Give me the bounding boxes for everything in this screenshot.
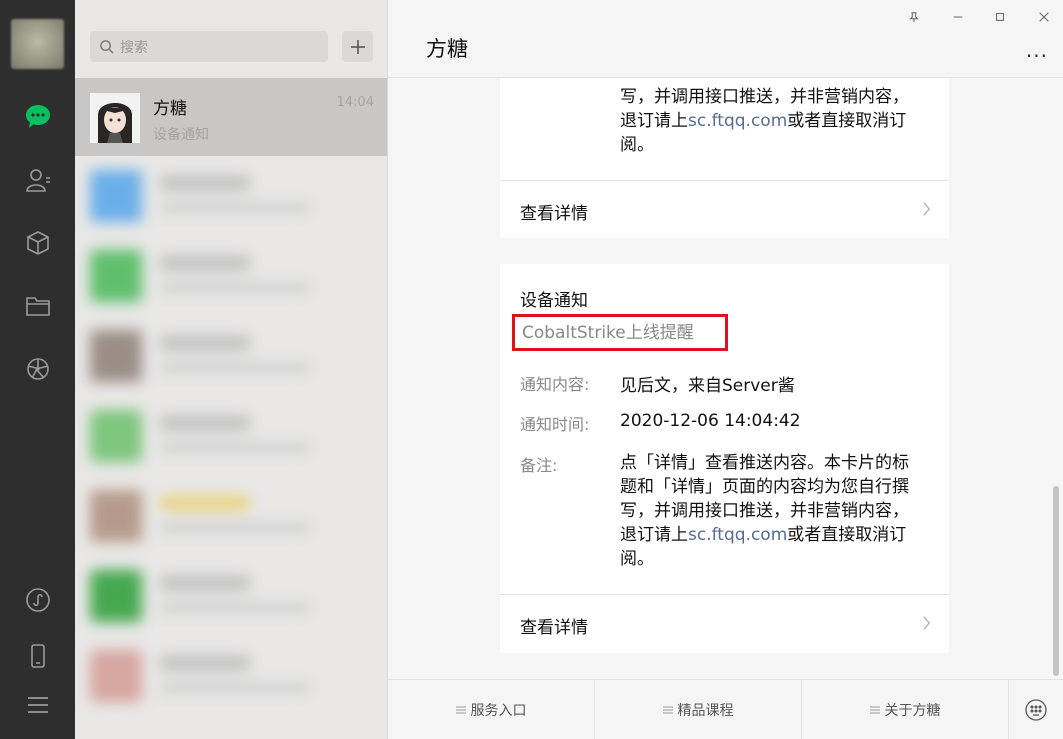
- page-title: 方糖: [426, 37, 468, 61]
- minimize-icon[interactable]: [948, 8, 968, 26]
- add-button[interactable]: [342, 31, 373, 62]
- chat-item-fangtang[interactable]: 方糖 14:04 设备通知: [75, 78, 387, 156]
- search-input[interactable]: 搜索: [90, 31, 328, 62]
- view-details-label: 查看详情: [520, 204, 588, 224]
- mini-program-icon[interactable]: [22, 584, 54, 616]
- scrollbar[interactable]: [1053, 486, 1059, 676]
- note-line: 点「详情」查看推送内容。本卡片的标: [620, 453, 909, 473]
- menu-label: 服务入口: [470, 703, 527, 719]
- chat-header: 方糖 ···: [388, 0, 1063, 78]
- note-label: 备注:: [520, 456, 558, 475]
- chat-avatar: [90, 93, 140, 143]
- favorites-cube-icon[interactable]: [22, 227, 54, 259]
- menu-about[interactable]: 关于方糖: [802, 680, 1009, 739]
- search-placeholder: 搜索: [120, 39, 148, 56]
- menu-label: 精品课程: [677, 703, 734, 719]
- plus-icon: [350, 39, 365, 54]
- menu-lines-icon: [869, 706, 880, 714]
- list-item[interactable]: [75, 636, 387, 716]
- chevron-right-icon: [923, 616, 931, 630]
- highlight-box: [512, 314, 728, 351]
- contacts-icon[interactable]: [22, 164, 54, 196]
- chevron-right-icon: [923, 202, 931, 216]
- ftqq-link[interactable]: sc.ftqq.com: [688, 525, 787, 545]
- chat-list: 搜索 方糖 14:04 设备通知: [75, 0, 388, 739]
- time-value: 2020-12-06 14:04:42: [620, 411, 801, 431]
- menu-courses[interactable]: 精品课程: [595, 680, 802, 739]
- folder-icon[interactable]: [22, 290, 54, 322]
- card-note-line: 写，并调用接口推送，并非营销内容，: [620, 87, 909, 107]
- card-note-line: 阅。: [620, 135, 654, 155]
- card-note-line: 退订请上sc.ftqq.com或者直接取消订: [620, 111, 907, 131]
- pin-icon[interactable]: [904, 8, 924, 26]
- maximize-icon[interactable]: [990, 8, 1010, 26]
- phone-icon[interactable]: [22, 640, 54, 672]
- chat-time: 14:04: [336, 95, 374, 110]
- message-card: 设备通知 CobaltStrike上线提醒 通知内容: 见后文，来自Server…: [500, 264, 949, 653]
- chat-icon[interactable]: [22, 100, 54, 132]
- card-title: 设备通知: [520, 291, 588, 311]
- message-area: 写，并调用接口推送，并非营销内容， 退订请上sc.ftqq.com或者直接取消订…: [388, 78, 1063, 679]
- chat-preview: 设备通知: [153, 127, 209, 143]
- view-details-label: 查看详情: [520, 618, 588, 638]
- moments-icon[interactable]: [22, 353, 54, 385]
- note-line: 阅。: [620, 549, 654, 569]
- menu-lines-icon: [662, 706, 673, 714]
- chat-name: 方糖: [153, 99, 187, 119]
- content-value: 见后文，来自Server酱: [620, 376, 795, 396]
- menu-lines-icon: [455, 706, 466, 714]
- note-line: 写，并调用接口推送，并非营销内容，: [620, 501, 909, 521]
- list-item[interactable]: [75, 236, 387, 316]
- keyboard-toggle-icon[interactable]: [1025, 699, 1047, 725]
- chat-window: 方糖 ··· 写，并调用接口推送，并非营销内容， 退订请上sc.ftqq.com…: [388, 0, 1063, 739]
- blurred-chat-items: [75, 156, 387, 739]
- content-label: 通知内容:: [520, 375, 590, 394]
- menu-service-entry[interactable]: 服务入口: [388, 680, 595, 739]
- close-icon[interactable]: [1034, 8, 1054, 26]
- ftqq-link[interactable]: sc.ftqq.com: [688, 111, 787, 131]
- message-card: 写，并调用接口推送，并非营销内容， 退订请上sc.ftqq.com或者直接取消订…: [500, 78, 949, 238]
- list-item[interactable]: [75, 396, 387, 476]
- service-menu-bar: 服务入口 精品课程 关于方糖: [388, 679, 1063, 739]
- menu-icon[interactable]: [22, 689, 54, 721]
- list-item[interactable]: [75, 316, 387, 396]
- more-options-icon[interactable]: ···: [1026, 44, 1048, 68]
- menu-label: 关于方糖: [884, 703, 941, 719]
- list-item[interactable]: [75, 156, 387, 236]
- my-avatar[interactable]: [11, 19, 64, 69]
- note-line: 退订请上sc.ftqq.com或者直接取消订: [620, 525, 907, 545]
- list-item[interactable]: [75, 476, 387, 556]
- time-label: 通知时间:: [520, 415, 590, 434]
- left-nav: [0, 0, 75, 739]
- note-line: 题和「详情」页面的内容均为您自行撰: [620, 477, 909, 497]
- view-details-button[interactable]: 查看详情: [500, 180, 949, 239]
- list-item[interactable]: [75, 556, 387, 636]
- view-details-button[interactable]: 查看详情: [500, 594, 949, 653]
- search-icon: [100, 40, 114, 54]
